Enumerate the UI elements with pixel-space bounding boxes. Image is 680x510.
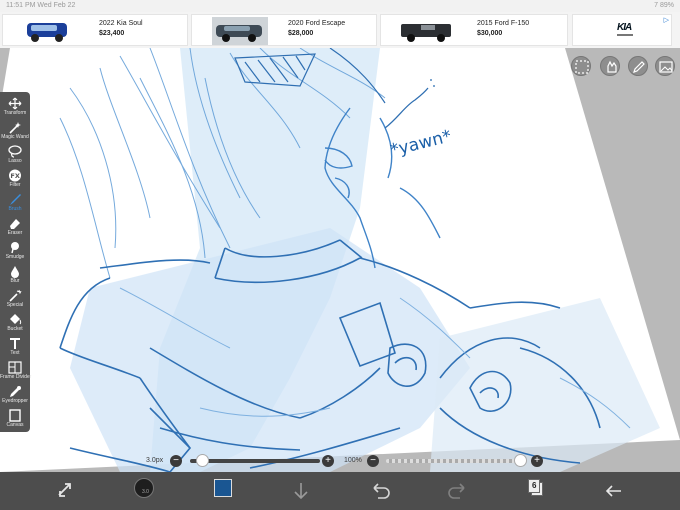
opacity-increase-button[interactable]: + <box>531 455 543 467</box>
ad-card-ford-f150[interactable]: 2015 Ford F-150 $30,000 <box>380 14 568 46</box>
reference-image-button[interactable] <box>655 56 675 76</box>
tool-filter[interactable]: FX Filter <box>0 167 30 190</box>
tool-palette: Transform Magic Wand Lasso FX Filter Bru… <box>0 92 31 432</box>
status-indicators: 7 89% <box>654 2 674 9</box>
ad-car-name: 2020 Ford Escape <box>288 20 346 27</box>
redo-icon[interactable] <box>446 478 472 504</box>
eyedropper-icon <box>10 386 21 397</box>
tool-magic-wand[interactable]: Magic Wand <box>0 119 30 142</box>
frame-divider-icon <box>8 361 22 374</box>
kia-logo: KIA <box>617 22 632 33</box>
brush-icon <box>10 194 21 205</box>
status-bar: 11:51 PM Wed Feb 22 7 89% <box>0 0 680 12</box>
tool-text[interactable]: Text <box>0 335 30 358</box>
opacity-knob[interactable] <box>514 454 527 467</box>
layers-button[interactable]: 6 <box>528 479 544 496</box>
brush-size-preview[interactable]: 3.0 <box>134 478 154 498</box>
bucket-icon <box>10 314 22 325</box>
hand-tool-button[interactable] <box>600 56 620 76</box>
undo-icon[interactable] <box>366 478 392 504</box>
tool-lasso[interactable]: Lasso <box>0 143 30 166</box>
magic-wand-icon <box>9 122 21 134</box>
car-image <box>401 24 451 42</box>
brush-size-decrease-button[interactable]: − <box>170 455 182 467</box>
tool-canvas[interactable]: Canvas <box>0 407 30 430</box>
layer-count: 6 <box>532 481 537 490</box>
tool-eyedropper[interactable]: Eyedropper <box>0 383 30 406</box>
arrow-down-icon[interactable] <box>288 478 314 504</box>
pencil-icon <box>633 61 645 73</box>
opacity-slider[interactable] <box>386 459 526 463</box>
ad-card-ford-escape[interactable]: 2020 Ford Escape $28,000 <box>191 14 377 46</box>
svg-text:FX: FX <box>10 172 19 180</box>
tool-frame-divider[interactable]: Frame Divider <box>0 359 31 382</box>
car-image <box>212 17 268 45</box>
ad-banner: 2022 Kia Soul $23,400 2020 Ford Escape $… <box>0 12 680 48</box>
rotate-canvas-icon[interactable] <box>52 478 78 504</box>
opacity-value: 100% <box>344 457 362 464</box>
ad-car-price: $28,000 <box>288 30 314 37</box>
selection-button[interactable] <box>571 56 591 76</box>
adchoices-icon[interactable]: ▷ <box>664 16 669 24</box>
canvas-icon <box>9 409 21 422</box>
ad-brand-logo[interactable]: KIA ▷ <box>572 14 672 46</box>
tool-special[interactable]: Special <box>0 287 30 310</box>
bottom-bar: 3.0 6 <box>0 472 680 510</box>
status-time: 11:51 PM Wed Feb 22 <box>6 2 76 9</box>
smudge-icon <box>11 242 19 254</box>
selection-rect-icon <box>575 60 589 74</box>
ad-car-name: 2015 Ford F-150 <box>477 20 530 27</box>
filter-icon: FX <box>9 169 21 182</box>
back-arrow-icon[interactable] <box>601 478 627 504</box>
blur-icon <box>11 266 19 278</box>
brush-size-slider[interactable] <box>190 459 320 463</box>
color-swatch[interactable] <box>214 479 232 497</box>
brush-size-value: 3.0px <box>146 457 164 464</box>
ad-card-kia-soul[interactable]: 2022 Kia Soul $23,400 <box>2 14 188 46</box>
tool-brush[interactable]: Brush <box>0 191 30 214</box>
tool-transform[interactable]: Transform <box>0 95 30 118</box>
ad-car-price: $30,000 <box>477 30 503 37</box>
sketch-artwork[interactable]: *yawn* <box>0 48 680 472</box>
text-icon <box>10 338 20 349</box>
lasso-icon <box>8 145 22 158</box>
move-icon <box>8 97 22 110</box>
drawing-canvas[interactable]: *yawn* <box>0 48 680 472</box>
eraser-icon <box>10 219 20 229</box>
special-icon <box>9 289 22 302</box>
car-image <box>27 23 67 42</box>
tool-smudge[interactable]: Smudge <box>0 239 30 262</box>
hand-icon <box>607 60 617 73</box>
ad-car-name: 2022 Kia Soul <box>99 20 143 27</box>
brush-size-knob[interactable] <box>196 454 209 467</box>
tool-blur[interactable]: Blur <box>0 263 30 286</box>
image-icon <box>659 61 673 73</box>
opacity-decrease-button[interactable]: − <box>367 455 379 467</box>
brush-size-increase-button[interactable]: + <box>322 455 334 467</box>
pen-settings-button[interactable] <box>628 56 648 76</box>
tool-bucket[interactable]: Bucket <box>0 311 30 334</box>
ad-car-price: $23,400 <box>99 30 125 37</box>
tool-eraser[interactable]: Eraser <box>0 215 30 238</box>
